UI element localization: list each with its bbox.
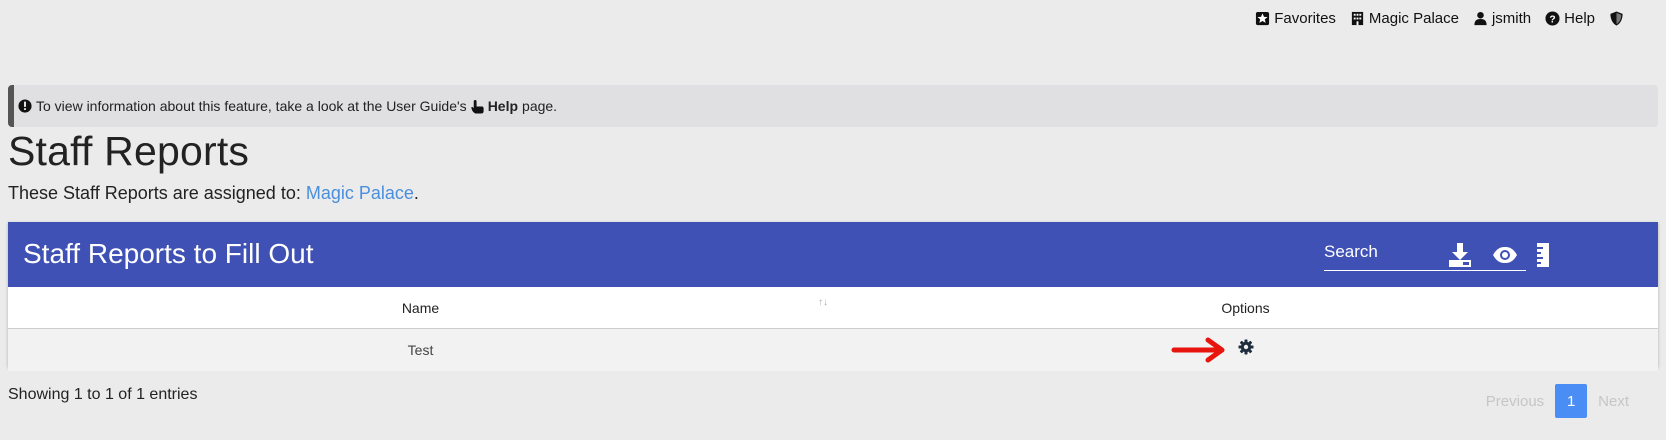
help-label: Help [1564, 10, 1595, 27]
help-link[interactable]: ? Help [1545, 10, 1595, 27]
favorites-link[interactable]: Favorites [1255, 10, 1336, 27]
staff-reports-card: Staff Reports to Fill Out Search Name ↑↓… [8, 222, 1658, 371]
user-icon [1474, 11, 1487, 26]
red-arrow-annotation [1171, 337, 1224, 362]
info-circle-icon [18, 99, 32, 113]
svg-text:?: ? [1549, 14, 1555, 25]
export-button[interactable] [1448, 242, 1472, 268]
notice-suffix: page. [522, 98, 558, 114]
card-header: Staff Reports to Fill Out [8, 222, 1658, 287]
location-label: Magic Palace [1368, 10, 1459, 27]
table-row: Test [8, 328, 1658, 371]
assigned-suffix: . [413, 183, 419, 203]
top-navigation: Favorites Magic Palace jsmith ? Help [1255, 10, 1624, 27]
assigned-text: These Staff Reports are assigned to: Mag… [8, 183, 419, 204]
column-header-options-label: Options [1221, 299, 1270, 316]
page-1-button[interactable]: 1 [1555, 384, 1588, 418]
shield-icon [1610, 11, 1623, 26]
star-icon [1256, 11, 1270, 26]
view-button[interactable] [1492, 246, 1518, 264]
sort-icon: ↑↓ [818, 297, 828, 308]
notice-help-link[interactable]: Help [488, 98, 518, 114]
column-toggle-button[interactable] [1536, 242, 1550, 268]
previous-page-button[interactable]: Previous [1475, 393, 1555, 410]
table-header-row: Name ↑↓ Options [8, 287, 1658, 329]
notice-text: To view information about this feature, … [36, 98, 467, 114]
card-title: Staff Reports to Fill Out [23, 238, 314, 269]
page-title: Staff Reports [8, 128, 250, 174]
row-options-cell [833, 328, 1658, 371]
row-name-cell: Test [8, 328, 833, 371]
column-header-options: Options [833, 287, 1658, 329]
column-header-name[interactable]: Name ↑↓ [8, 287, 833, 329]
assigned-location-link[interactable]: Magic Palace [306, 183, 414, 203]
pagination: Previous 1 Next [1475, 384, 1640, 418]
reports-table: Name ↑↓ Options Test [8, 287, 1658, 371]
download-icon [1449, 243, 1471, 267]
gear-icon[interactable] [1238, 339, 1254, 355]
ruler-icon [1537, 243, 1549, 267]
assigned-prefix: These Staff Reports are assigned to: [8, 183, 301, 203]
building-icon [1351, 11, 1364, 26]
location-link[interactable]: Magic Palace [1350, 10, 1459, 27]
next-page-button[interactable]: Next [1587, 393, 1640, 410]
eye-icon [1493, 247, 1517, 263]
favorites-label: Favorites [1274, 10, 1336, 27]
entries-info: Showing 1 to 1 of 1 entries [8, 386, 198, 403]
question-circle-icon: ? [1545, 11, 1560, 26]
shield-button[interactable] [1609, 11, 1624, 26]
info-notice: To view information about this feature, … [8, 85, 1658, 127]
column-header-name-label: Name [401, 299, 440, 316]
user-label: jsmith [1491, 10, 1532, 27]
pointing-hand-icon [470, 99, 484, 114]
user-menu[interactable]: jsmith [1473, 10, 1531, 27]
